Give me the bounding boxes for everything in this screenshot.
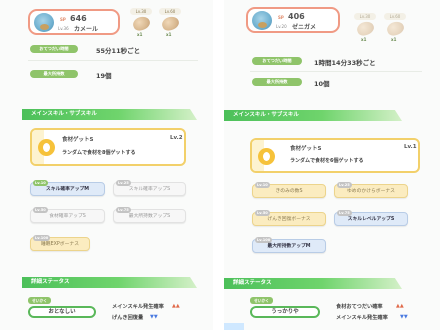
arrow-up-icon: ▲▲ bbox=[172, 303, 180, 309]
subskill-label: 最大所持数アップS bbox=[128, 214, 171, 219]
nature-pill[interactable]: うっかりや bbox=[250, 306, 320, 318]
nature-tag: せいかく bbox=[28, 297, 52, 304]
subskill-chip[interactable]: Lv.100 睡眠EXPボーナス bbox=[30, 235, 90, 251]
subskill-label: げんき回復ボーナス bbox=[267, 217, 311, 222]
section-header-skills: メインスキル・サブスキル bbox=[224, 110, 402, 121]
help-time-label: おてつだい時間 bbox=[252, 57, 302, 65]
sp-tag: SP bbox=[278, 15, 284, 20]
panel-divider bbox=[213, 0, 224, 330]
pokemon-level: Lv.36 bbox=[58, 26, 69, 31]
bottom-tray bbox=[224, 323, 244, 330]
divider bbox=[28, 60, 198, 61]
sp-tag: SP bbox=[60, 17, 66, 22]
help-time-value: 1時間14分33秒ごと bbox=[314, 59, 376, 67]
subskill-label: きのみの数S bbox=[275, 189, 303, 194]
subskill-chip[interactable]: Lv.75 スキルレベルアップS bbox=[334, 210, 408, 226]
main-skill-description: ランダムで食材を8個ゲットする bbox=[62, 150, 136, 156]
ingredient-level: Lv.60 bbox=[159, 8, 181, 15]
main-skill-card[interactable]: 食材ゲットS Lv.1 ランダムで食材を6個ゲットする bbox=[250, 138, 420, 173]
section-title: メインスキル・サブスキル bbox=[31, 111, 97, 117]
pokemon-level: Lv.20 bbox=[276, 24, 287, 29]
ingredient-count: x1 bbox=[361, 37, 367, 42]
subskill-label: 最大所持数アップM bbox=[267, 244, 311, 249]
ingredient-skill-icon bbox=[38, 139, 55, 156]
sp-value: 406 bbox=[288, 12, 305, 21]
ingredient-slot[interactable]: Lv.60 x1 bbox=[382, 13, 408, 43]
left-pokemon-panel: SP 646 Lv.36 カメール Lv.30 x1 Lv.60 x1 おてつだ… bbox=[0, 0, 213, 330]
stat-up-label: 食材おてつだい確率 bbox=[336, 304, 383, 310]
pokemon-name: カメール bbox=[74, 26, 99, 33]
pokemon-card[interactable]: SP 406 Lv.20 ゼニガメ bbox=[246, 7, 340, 33]
divider bbox=[250, 71, 422, 72]
section-header-stats: 詳細ステータス bbox=[22, 277, 197, 288]
section-header-skills: メインスキル・サブスキル bbox=[22, 109, 197, 120]
sp-value: 646 bbox=[70, 14, 87, 23]
stat-down-label: げんき回復量 bbox=[112, 315, 144, 321]
help-time-value: 55分11秒ごと bbox=[96, 47, 141, 55]
ingredient-count: x1 bbox=[166, 32, 172, 37]
subskill-chip[interactable]: Lv.50 食材確率アップS bbox=[30, 207, 105, 223]
subskill-label: スキルレベルアップS bbox=[347, 217, 395, 222]
arrow-down-icon: ▼▼ bbox=[150, 314, 158, 320]
ingredient-count: x1 bbox=[137, 32, 143, 37]
ingredient-count: x1 bbox=[391, 37, 397, 42]
ingredient-level: Lv.30 bbox=[354, 13, 376, 20]
ingredient-level: Lv.60 bbox=[384, 13, 406, 20]
ingredient-slot[interactable]: Lv.30 x1 bbox=[128, 8, 154, 38]
main-skill-level: Lv.2 bbox=[170, 135, 183, 141]
help-time-label: おてつだい時間 bbox=[30, 45, 78, 53]
main-skill-level: Lv.1 bbox=[404, 144, 417, 150]
potato-icon bbox=[355, 19, 376, 38]
right-pokemon-panel: SP 406 Lv.20 ゼニガメ Lv.30 x1 Lv.60 x1 おてつだ… bbox=[224, 0, 440, 330]
wartortle-icon bbox=[34, 13, 54, 32]
nature-tag: せいかく bbox=[250, 297, 274, 304]
subskill-label: 睡眠EXPボーナス bbox=[41, 242, 79, 247]
subskill-chip[interactable]: Lv.10 きのみの数S bbox=[252, 182, 326, 198]
pokemon-name: ゼニガメ bbox=[292, 24, 317, 31]
arrow-down-icon: ▼▼ bbox=[400, 314, 408, 320]
potato-icon bbox=[385, 19, 406, 38]
arrow-up-icon: ▲▲ bbox=[396, 303, 404, 309]
ingredient-skill-icon bbox=[258, 148, 275, 165]
max-carry-label: 最大所持数 bbox=[30, 70, 78, 78]
potato-icon bbox=[160, 14, 181, 33]
section-title: メインスキル・サブスキル bbox=[233, 112, 299, 118]
subskill-chip[interactable]: Lv.50 げんき回復ボーナス bbox=[252, 210, 326, 226]
main-skill-description: ランダムで食材を6個ゲットする bbox=[290, 158, 364, 164]
stat-down-label: メインスキル発生確率 bbox=[336, 315, 388, 321]
main-skill-card[interactable]: 食材ゲットS Lv.2 ランダムで食材を8個ゲットする bbox=[30, 128, 186, 166]
stat-up-label: メインスキル発生確率 bbox=[112, 304, 164, 310]
subskill-label: スキル確率アップM bbox=[45, 187, 90, 192]
subskill-chip[interactable]: Lv.25 ゆめのかけらボーナス bbox=[334, 182, 408, 198]
subskill-chip[interactable]: Lv.25 スキル確率アップS bbox=[113, 180, 186, 196]
subskill-chip[interactable]: Lv.75 最大所持数アップS bbox=[113, 207, 186, 223]
main-skill-name: 食材ゲットS bbox=[290, 146, 322, 152]
potato-icon bbox=[131, 14, 152, 33]
ingredient-level: Lv.30 bbox=[130, 8, 152, 15]
ingredient-slot[interactable]: Lv.60 x1 bbox=[157, 8, 183, 38]
subskill-chip[interactable]: Lv.10 スキル確率アップM bbox=[30, 180, 105, 196]
squirtle-icon bbox=[252, 11, 272, 30]
subskill-label: ゆめのかけらボーナス bbox=[347, 189, 395, 194]
section-header-stats: 詳細ステータス bbox=[224, 278, 402, 289]
ingredient-slot[interactable]: Lv.30 x1 bbox=[352, 13, 378, 43]
nature-pill[interactable]: おとなしい bbox=[28, 306, 96, 318]
subskill-label: 食材確率アップS bbox=[49, 214, 86, 219]
subskill-chip[interactable]: Lv.100 最大所持数アップM bbox=[252, 237, 326, 253]
subskill-label: スキル確率アップS bbox=[128, 187, 171, 192]
max-carry-label: 最大所持数 bbox=[252, 78, 302, 86]
max-carry-value: 19個 bbox=[96, 72, 112, 80]
section-title: 詳細ステータス bbox=[31, 279, 70, 285]
max-carry-value: 10個 bbox=[314, 80, 330, 88]
main-skill-name: 食材ゲットS bbox=[62, 137, 94, 143]
section-title: 詳細ステータス bbox=[233, 280, 272, 286]
pokemon-card[interactable]: SP 646 Lv.36 カメール bbox=[28, 9, 120, 35]
